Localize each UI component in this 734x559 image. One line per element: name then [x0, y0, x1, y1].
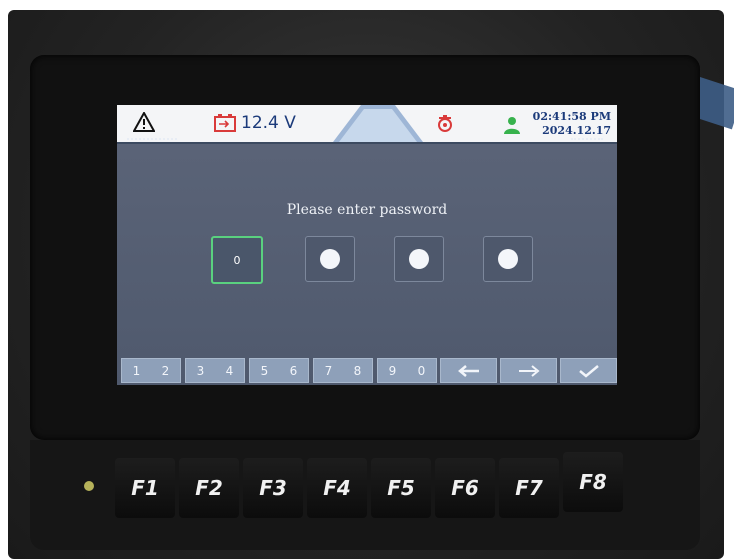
password-prompt: Please enter password: [286, 202, 448, 218]
display-screen: 12.4 V 02:41:58 PM 2024.12.17 Please ent…: [117, 105, 617, 385]
key-label-6: 6: [289, 363, 298, 378]
operator-icon: [504, 117, 520, 134]
battery-icon: [214, 114, 236, 132]
forward-button[interactable]: [500, 358, 557, 383]
status-divider-left: [127, 138, 177, 140]
password-digit-2[interactable]: [305, 236, 355, 282]
engine-warning-icon: [438, 115, 452, 132]
f4-key[interactable]: F4: [307, 458, 367, 518]
password-digit-3[interactable]: [394, 236, 444, 282]
status-bar-notch: [333, 105, 423, 142]
key-label-4: 4: [225, 363, 234, 378]
f3-key[interactable]: F3: [243, 458, 303, 518]
key-3-4[interactable]: 3 4: [185, 358, 245, 383]
back-button[interactable]: [440, 358, 497, 383]
key-label-2: 2: [161, 363, 170, 378]
clock-time: 02:41:58 PM: [532, 110, 611, 123]
arrow-left-icon: [457, 364, 479, 377]
f5-key[interactable]: F5: [371, 458, 431, 518]
key-label-0: 0: [417, 363, 426, 378]
key-label-1: 1: [132, 363, 141, 378]
f6-key[interactable]: F6: [435, 458, 495, 518]
password-digit-1[interactable]: 0: [211, 236, 263, 284]
confirm-button[interactable]: [560, 358, 617, 383]
key-7-8[interactable]: 7 8: [313, 358, 373, 383]
battery-voltage: 12.4 V: [241, 113, 296, 133]
key-label-8: 8: [353, 363, 362, 378]
key-5-6[interactable]: 5 6: [249, 358, 309, 383]
status-led: [84, 481, 94, 491]
warning-icon: [133, 112, 155, 132]
key-1-2[interactable]: 1 2: [121, 358, 181, 383]
status-divider-right: [571, 138, 603, 140]
key-label-5: 5: [260, 363, 269, 378]
f1-key[interactable]: F1: [115, 458, 175, 518]
soft-keypad: 1 2 3 4 5 6 7 8 9 0: [117, 354, 617, 385]
key-label-3: 3: [196, 363, 205, 378]
password-digit-4[interactable]: [483, 236, 533, 282]
key-label-9: 9: [388, 363, 397, 378]
f7-key[interactable]: F7: [499, 458, 559, 518]
key-9-0[interactable]: 9 0: [377, 358, 437, 383]
password-digit-value: 0: [233, 253, 241, 267]
masked-dot: [409, 249, 429, 269]
key-label-7: 7: [324, 363, 333, 378]
masked-dot: [320, 249, 340, 269]
f2-key[interactable]: F2: [179, 458, 239, 518]
masked-dot: [498, 249, 518, 269]
arrow-right-icon: [518, 364, 540, 377]
check-icon: [578, 364, 599, 378]
clock-date: 2024.12.17: [542, 124, 611, 137]
status-bar: 12.4 V 02:41:58 PM 2024.12.17: [117, 105, 617, 144]
f8-key[interactable]: F8: [563, 452, 623, 512]
